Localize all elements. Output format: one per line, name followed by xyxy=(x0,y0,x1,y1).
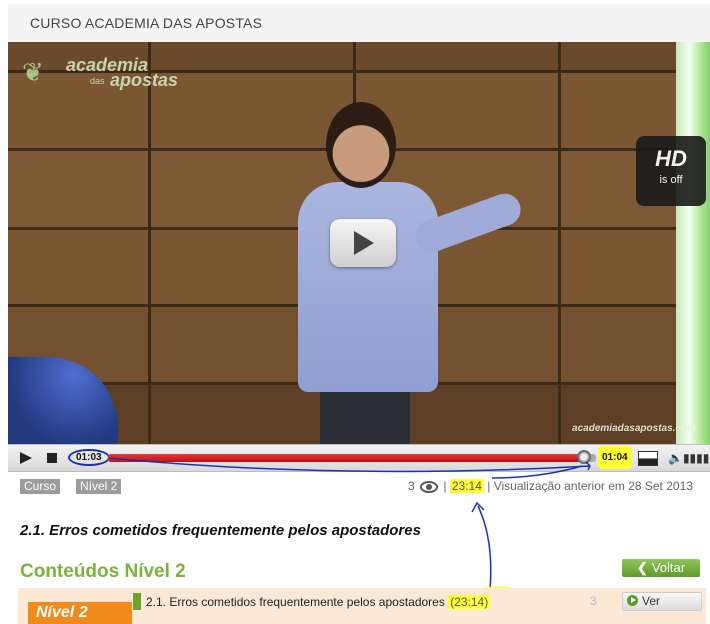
seek-handle[interactable] xyxy=(576,450,591,464)
eye-icon xyxy=(420,480,439,493)
chevron-left-icon: ❮ xyxy=(636,560,648,575)
stats-separator: | xyxy=(443,479,447,493)
stats-separator: | xyxy=(487,479,491,493)
academia-logo: ❦ academia das apostas xyxy=(22,54,192,94)
hd-toggle-button[interactable]: HD is off xyxy=(636,136,706,206)
list-item-title[interactable]: 2.1. Erros cometidos frequentemente pelo… xyxy=(146,595,491,609)
list-item[interactable]: Nível 2 2.1. Erros cometidos frequenteme… xyxy=(18,588,706,624)
play-icon[interactable] xyxy=(16,445,36,471)
video-player[interactable]: ❦ academia das apostas HD is off academi… xyxy=(8,42,710,444)
lesson-title: 2.1. Erros cometidos frequentemente pelo… xyxy=(20,522,421,539)
player-control-bar: 01:03 01:04 🔈▮▮▮▮ xyxy=(8,444,710,472)
leaf-logo-icon: ❦ xyxy=(22,57,44,87)
list-item-title-text: 2.1. Erros cometidos frequentemente pelo… xyxy=(146,595,445,609)
hd-status: is off xyxy=(659,174,683,186)
previous-view-date: Visualização anterior em 28 Set 2013 xyxy=(493,479,693,493)
video-presenter-body xyxy=(298,182,438,392)
video-screen-glow xyxy=(676,42,710,444)
back-button-label: Voltar xyxy=(651,560,686,575)
volume-icon[interactable]: 🔈▮▮▮▮ xyxy=(668,445,710,471)
fullscreen-icon[interactable] xyxy=(636,445,660,471)
total-time: 01:04 xyxy=(598,446,632,469)
list-item-duration: (23:14) xyxy=(448,595,491,609)
video-stats: 3 | 23:14 | Visualização anterior em 28 … xyxy=(408,479,693,493)
section-heading: Conteúdos Nível 2 xyxy=(20,561,186,582)
view-count: 3 xyxy=(408,479,415,493)
logo-text-das: das xyxy=(90,76,105,86)
back-button[interactable]: ❮ Voltar xyxy=(622,559,700,577)
seek-bar-fill xyxy=(108,454,584,462)
course-title: CURSO ACADEMIA DAS APOSTAS xyxy=(30,15,263,31)
video-watermark: academiadasapostas.com xyxy=(572,423,696,434)
seek-bar[interactable] xyxy=(108,450,596,464)
hd-label: HD xyxy=(655,146,687,171)
watch-button-label: Ver xyxy=(642,594,661,608)
current-time: 01:03 xyxy=(68,449,110,466)
watch-button[interactable]: Ver xyxy=(622,592,702,611)
level-badge: Nível 2 xyxy=(28,602,132,624)
play-circle-icon xyxy=(627,595,638,606)
logo-text-apostas: apostas xyxy=(110,70,179,90)
list-item-views: 3 xyxy=(590,594,597,608)
big-play-button[interactable] xyxy=(330,219,396,267)
breadcrumb-tag-nivel[interactable]: Nível 2 xyxy=(76,479,122,494)
course-header: CURSO ACADEMIA DAS APOSTAS xyxy=(8,4,710,43)
item-marker xyxy=(133,593,141,610)
breadcrumb-tag-curso[interactable]: Curso xyxy=(20,479,61,494)
video-presenter-head xyxy=(326,102,396,188)
video-duration: 23:14 xyxy=(449,479,484,493)
stop-icon[interactable] xyxy=(44,445,60,471)
